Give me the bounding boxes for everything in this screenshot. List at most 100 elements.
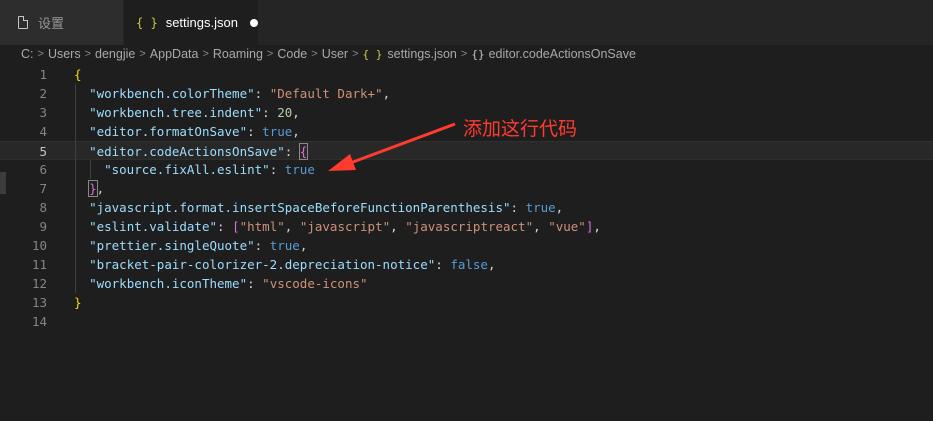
code-token: , (390, 219, 406, 234)
code-token: "editor.codeActionsOnSave" (89, 144, 285, 159)
tab-bar: 设置 { } settings.json (0, 0, 933, 45)
code-line[interactable]: 10 "prettier.singleQuote": true, (0, 236, 933, 255)
line-number: 2 (39, 86, 47, 101)
code-token: "source.fixAll.eslint" (104, 162, 270, 177)
code-text: "editor.formatOnSave": true, (74, 122, 300, 141)
code-token: "workbench.iconTheme" (89, 276, 248, 291)
code-text: { (74, 65, 82, 84)
chevron-right-icon: > (139, 48, 146, 60)
tab-settings-json[interactable]: { } settings.json (124, 0, 258, 45)
line-number: 13 (31, 295, 47, 310)
code-token: : (262, 105, 278, 120)
code-token: true (525, 200, 556, 215)
line-number: 3 (39, 105, 47, 120)
breadcrumb-item[interactable]: Code (277, 47, 307, 61)
code-token: "prettier.singleQuote" (89, 238, 255, 253)
line-number: 5 (39, 144, 47, 159)
chevron-right-icon: > (37, 48, 44, 60)
code-token: 20 (277, 105, 293, 120)
code-line[interactable]: 2 "workbench.colorTheme": "Default Dark+… (0, 84, 933, 103)
line-number: 1 (39, 67, 47, 82)
tab-label: settings.json (165, 15, 238, 30)
chevron-right-icon: > (352, 48, 359, 60)
code-line[interactable]: 7 }, (0, 179, 933, 198)
code-line[interactable]: 9 "eslint.validate": ["html", "javascrip… (0, 217, 933, 236)
object-braces-icon: {} (471, 47, 485, 61)
breadcrumb-item[interactable]: AppData (150, 47, 199, 61)
line-number: 14 (31, 314, 47, 329)
code-line[interactable]: 14 (0, 312, 933, 331)
breadcrumb-item[interactable]: C: (21, 47, 34, 61)
json-braces-icon: { } (136, 15, 158, 30)
breadcrumb-item[interactable]: User (322, 47, 348, 61)
code-token: : (247, 276, 263, 291)
code-text: "bracket-pair-colorizer-2.depreciation-n… (74, 255, 495, 274)
breadcrumb-item[interactable]: editor.codeActionsOnSave (489, 47, 636, 61)
code-token: } (74, 295, 82, 310)
code-token: } (88, 180, 98, 197)
line-number: 11 (31, 257, 47, 272)
code-line[interactable]: 6 "source.fixAll.eslint": true (0, 160, 933, 179)
line-number: 6 (39, 162, 47, 177)
code-token: "javascriptreact" (405, 219, 534, 234)
breadcrumb-item[interactable]: settings.json (387, 47, 456, 61)
chevron-right-icon: > (266, 48, 274, 60)
code-text: "workbench.tree.indent": 20, (74, 103, 300, 122)
breadcrumb-item[interactable]: dengjie (95, 47, 135, 61)
code-text: "workbench.colorTheme": "Default Dark+", (74, 84, 390, 103)
code-line[interactable]: 5 "editor.codeActionsOnSave": { (0, 141, 933, 160)
code-token: : (435, 257, 451, 272)
file-icon (18, 15, 29, 29)
code-token: "vscode-icons" (262, 276, 368, 291)
code-token: "html" (239, 219, 285, 234)
chevron-right-icon: > (311, 48, 318, 60)
code-token: "editor.formatOnSave" (89, 124, 248, 139)
glyph-margin-marker (0, 172, 6, 194)
breadcrumb: C: > Users > dengjie > AppData > Roaming… (0, 45, 933, 63)
line-number: 7 (39, 181, 47, 196)
code-token: : (254, 238, 270, 253)
code-token: true (262, 124, 293, 139)
code-token: , (555, 200, 564, 215)
code-line[interactable]: 12 "workbench.iconTheme": "vscode-icons" (0, 274, 933, 293)
code-line[interactable]: 1{ (0, 65, 933, 84)
code-token: , (284, 219, 300, 234)
code-line[interactable]: 13} (0, 293, 933, 312)
chevron-right-icon: > (202, 48, 209, 60)
chevron-right-icon: > (460, 48, 468, 60)
unsaved-dot-icon[interactable] (249, 18, 258, 27)
code-text: } (74, 293, 82, 312)
code-token: , (299, 238, 308, 253)
indent-guide (75, 84, 76, 293)
code-token: , (593, 219, 601, 234)
line-number: 4 (39, 124, 47, 139)
chevron-right-icon: > (84, 48, 92, 60)
code-token: , (533, 219, 549, 234)
code-token: true (284, 162, 315, 177)
code-token: : (510, 200, 526, 215)
code-token: "bracket-pair-colorizer-2.depreciation-n… (89, 257, 436, 272)
code-line[interactable]: 11 "bracket-pair-colorizer-2.depreciatio… (0, 255, 933, 274)
code-token: "vue" (548, 219, 586, 234)
breadcrumb-item[interactable]: Roaming (213, 47, 263, 61)
code-text: "javascript.format.insertSpaceBeforeFunc… (74, 198, 563, 217)
code-text: "eslint.validate": ["html", "javascript"… (74, 217, 601, 236)
annotation-text: 添加这行代码 (463, 118, 578, 140)
indent-guide (90, 160, 91, 179)
code-token: { (74, 67, 82, 82)
code-token: : (284, 144, 300, 159)
code-text: "workbench.iconTheme": "vscode-icons" (74, 274, 368, 293)
code-line[interactable]: 8 "javascript.format.insertSpaceBeforeFu… (0, 198, 933, 217)
tab-settings-ui[interactable]: 设置 (0, 0, 124, 45)
code-text: }, (74, 179, 104, 198)
code-token: "eslint.validate" (89, 219, 217, 234)
code-token: : (254, 86, 270, 101)
code-token: , (382, 86, 391, 101)
breadcrumb-item[interactable]: Users (48, 47, 81, 61)
